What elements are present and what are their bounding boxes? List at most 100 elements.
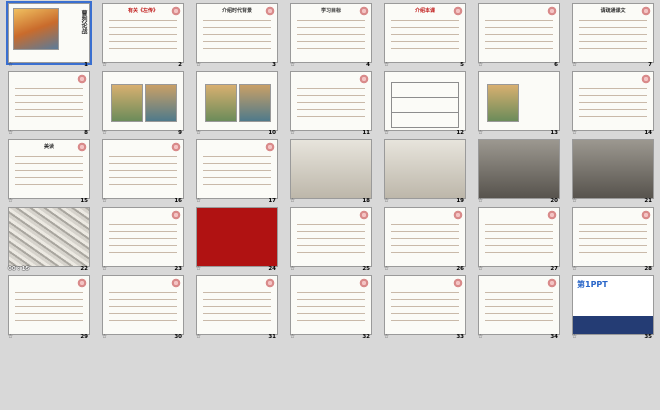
transition-star-icon[interactable]: ☆ (478, 334, 483, 340)
blossom-decoration (453, 278, 463, 288)
slide-preview[interactable] (478, 275, 560, 335)
text-line (579, 109, 647, 110)
slide-thumbnail[interactable]: ☆ 10 (194, 68, 278, 136)
slide-thumbnail[interactable]: ☆ 18 (288, 136, 372, 204)
slide-thumbnail[interactable]: ☆ 30 (100, 272, 184, 340)
slide-preview[interactable]: 第1PPT (572, 275, 654, 335)
slide-preview[interactable] (572, 71, 654, 131)
slide-thumbnail[interactable]: ☆ 13 (476, 68, 560, 136)
slide-thumbnail[interactable]: 介绍本课 ☆ 5 (382, 0, 466, 68)
slide-number: 32 (362, 334, 370, 340)
slide-thumbnail[interactable]: ☆ 31 (194, 272, 278, 340)
text-line (485, 245, 553, 246)
slide-thumbnail[interactable]: ☆ 6 (476, 0, 560, 68)
slide-preview[interactable] (478, 207, 560, 267)
transition-star-icon[interactable]: ☆ (196, 334, 201, 340)
slide-preview[interactable] (196, 207, 278, 267)
slide-preview[interactable] (290, 139, 372, 199)
text-line (109, 41, 177, 42)
slide-thumbnail[interactable]: 有关《左传》 ☆ 2 (100, 0, 184, 68)
slide-preview[interactable] (196, 71, 278, 131)
text-line (391, 299, 459, 300)
transition-star-icon[interactable]: ☆ (572, 334, 577, 340)
text-line (297, 320, 365, 321)
slide-thumbnail[interactable]: ☆ 11 (288, 68, 372, 136)
slide-preview[interactable] (572, 139, 654, 199)
text-line (15, 156, 83, 157)
slide-title: 介绍本课 (414, 8, 435, 14)
text-line (391, 224, 459, 225)
slide-thumbnail[interactable]: 美读 ☆ 15 (6, 136, 90, 204)
slide-preview[interactable] (572, 207, 654, 267)
slide-thumbnail[interactable]: 请疏通课文 ☆ 7 (570, 0, 654, 68)
slide-preview[interactable]: 介绍本课 (384, 3, 466, 63)
slide-thumbnail[interactable]: ☆ 12 (382, 68, 466, 136)
slide-thumbnail[interactable]: ☆ 25 (288, 204, 372, 272)
slide-preview[interactable] (8, 275, 90, 335)
slide-preview[interactable]: 介绍时代背景 (196, 3, 278, 63)
slide-preview[interactable]: 曹刿论战 (6, 1, 92, 65)
text-line (15, 306, 83, 307)
slide-preview[interactable] (102, 71, 184, 131)
slide-thumbnail[interactable]: ☆ 32 (288, 272, 372, 340)
slide-preview[interactable] (196, 275, 278, 335)
slide-preview[interactable] (384, 207, 466, 267)
transition-star-icon[interactable]: ☆ (102, 334, 107, 340)
slide-preview[interactable] (196, 139, 278, 199)
slide-thumbnail[interactable]: ☆ 33 (382, 272, 466, 340)
text-line (297, 313, 365, 314)
text-line (15, 184, 83, 185)
slide-thumbnail[interactable]: 学习目标 ☆ 4 (288, 0, 372, 68)
slide-meta: ☆ 32 (288, 334, 372, 340)
slide-thumbnail[interactable]: ☆ 21 (570, 136, 654, 204)
slide-preview[interactable]: 学习目标 (290, 3, 372, 63)
slide-thumbnail[interactable]: ☆ 28 (570, 204, 654, 272)
slide-preview[interactable] (290, 275, 372, 335)
slide-preview[interactable]: 请疏通课文 (572, 3, 654, 63)
slide-thumbnail[interactable]: ☆ 9 (100, 68, 184, 136)
transition-star-icon[interactable]: ☆ (8, 334, 13, 340)
slide-thumbnail[interactable]: ☆ 8 (6, 68, 90, 136)
slide-thumbnail[interactable]: ☆ 23 (100, 204, 184, 272)
slide-preview[interactable] (8, 71, 90, 131)
slide-preview[interactable] (102, 207, 184, 267)
slide-preview[interactable] (102, 139, 184, 199)
slide-thumbnail[interactable]: ☆ 26 (382, 204, 466, 272)
slide-preview[interactable] (290, 207, 372, 267)
slide-preview[interactable] (384, 139, 466, 199)
transition-star-icon[interactable]: ☆ (384, 334, 389, 340)
slide-thumbnail[interactable]: ☆ 29 (6, 272, 90, 340)
slide-thumbnail[interactable]: 介绍时代背景 ☆ 3 (194, 0, 278, 68)
slide-thumbnail[interactable]: ☆ 19 (382, 136, 466, 204)
slide-thumbnail[interactable]: ☆ 27 (476, 204, 560, 272)
slide-preview[interactable] (384, 275, 466, 335)
slide-thumbnail[interactable]: ☆ 20 (476, 136, 560, 204)
text-line (109, 48, 177, 49)
slide-thumbnail[interactable]: ☆ 14 (570, 68, 654, 136)
transition-star-icon[interactable]: ☆ (290, 334, 295, 340)
slide-preview[interactable] (478, 71, 560, 131)
slide-preview[interactable] (478, 139, 560, 199)
slide-preview[interactable] (102, 275, 184, 335)
slide-thumbnail[interactable]: ☆ 17 (194, 136, 278, 204)
slide-thumbnail[interactable]: 第1PPT ☆ 35 (570, 272, 654, 340)
slide-title: 第1PPT (577, 280, 608, 289)
slide-thumbnail[interactable]: ☆ 24 (194, 204, 278, 272)
slide-thumbnail[interactable]: ☆ 34 (476, 272, 560, 340)
slide-preview[interactable] (8, 207, 90, 267)
slide-number: 30 (174, 334, 182, 340)
slide-preview[interactable] (478, 3, 560, 63)
slide-preview[interactable]: 有关《左传》 (102, 3, 184, 63)
text-line (485, 299, 553, 300)
blossom-decoration (265, 278, 275, 288)
slide-thumbnail[interactable]: 00 : 15 22 (6, 204, 90, 272)
slide-preview[interactable] (290, 71, 372, 131)
slide-thumbnail[interactable]: ☆ 16 (100, 136, 184, 204)
text-line (203, 20, 271, 21)
text-line (203, 299, 271, 300)
slide-title: 曹刿论战 (80, 10, 87, 34)
slide-thumbnail[interactable]: 曹刿论战 ☆ 1 (6, 0, 92, 68)
slide-preview[interactable]: 美读 (8, 139, 90, 199)
text-line (485, 320, 553, 321)
slide-preview[interactable] (384, 71, 466, 131)
